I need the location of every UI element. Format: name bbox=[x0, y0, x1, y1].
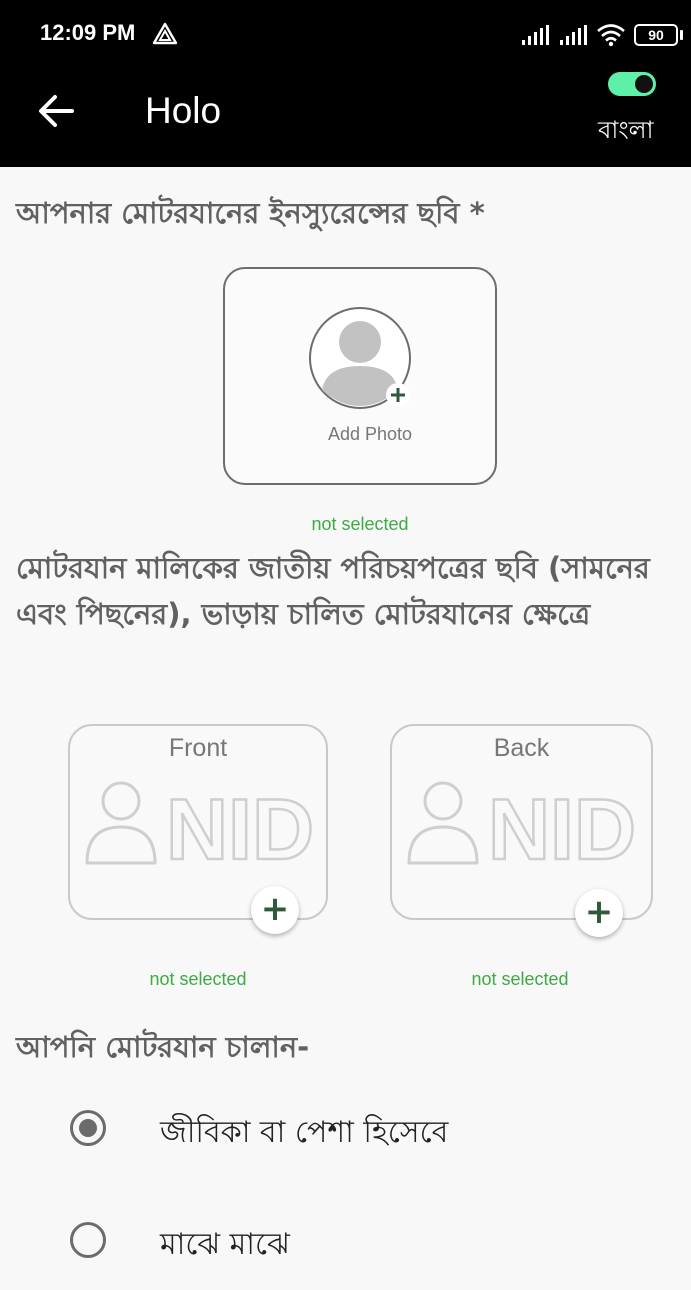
insurance-photo-heading: আপনার মোটরযানের ইনস্যুরেন্সের ছবি * bbox=[16, 196, 485, 230]
app-title: Holo bbox=[145, 90, 222, 131]
signal-icon bbox=[560, 25, 587, 45]
nid-front-picker[interactable]: Front NID + bbox=[68, 724, 328, 934]
nid-card-icon: NID bbox=[85, 781, 315, 867]
language-label: বাংলা bbox=[598, 116, 654, 144]
radio-option-occasionally[interactable]: মাঝে মাঝে bbox=[68, 1210, 628, 1270]
battery-icon: 90 bbox=[634, 24, 678, 46]
radio-selected-dot bbox=[79, 1119, 97, 1137]
back-arrow-icon[interactable] bbox=[36, 92, 76, 130]
wifi-icon bbox=[597, 24, 625, 47]
radio-button[interactable] bbox=[70, 1110, 106, 1146]
toggle-knob bbox=[635, 75, 653, 93]
radio-label: জীবিকা বা পেশা হিসেবে bbox=[160, 1115, 449, 1150]
add-photo-label: Add Photo bbox=[327, 424, 413, 444]
nid-card-icon: NID bbox=[407, 781, 637, 867]
insurance-photo-status: not selected bbox=[311, 514, 409, 534]
add-nid-back-button[interactable]: + bbox=[575, 889, 623, 937]
nid-back-card-text: NID bbox=[488, 782, 636, 867]
radio-option-profession[interactable]: জীবিকা বা পেশা হিসেবে bbox=[68, 1098, 628, 1158]
language-toggle[interactable] bbox=[608, 72, 656, 96]
nid-photo-heading: মোটরযান মালিকের জাতীয় পরিচয়পত্রের ছবি … bbox=[16, 551, 650, 631]
status-icons: 90 bbox=[520, 20, 683, 50]
add-user-photo-icon bbox=[309, 307, 411, 409]
battery-level: 90 bbox=[648, 27, 664, 43]
nid-front-status: not selected bbox=[149, 969, 247, 989]
drive-icon bbox=[152, 22, 178, 45]
radio-label: মাঝে মাঝে bbox=[160, 1227, 290, 1262]
nid-back-status: not selected bbox=[471, 969, 569, 989]
radio-button[interactable] bbox=[70, 1222, 106, 1258]
insurance-photo-picker[interactable]: Add Photo bbox=[223, 267, 497, 485]
battery-tip bbox=[680, 30, 683, 40]
nid-back-caption: Back bbox=[493, 734, 550, 762]
driving-type-heading: আপনি মোটরযান চালান- bbox=[16, 1030, 310, 1064]
nid-front-card-text: NID bbox=[166, 782, 314, 867]
nid-front-caption: Front bbox=[168, 734, 228, 762]
signal-icon bbox=[522, 25, 549, 45]
status-time: 12:09 PM bbox=[40, 20, 136, 45]
add-nid-front-button[interactable]: + bbox=[251, 886, 299, 934]
app-bar: 12:09 PM 90 Holo বাংলা bbox=[0, 0, 691, 167]
nid-back-picker[interactable]: Back NID + bbox=[390, 724, 653, 937]
